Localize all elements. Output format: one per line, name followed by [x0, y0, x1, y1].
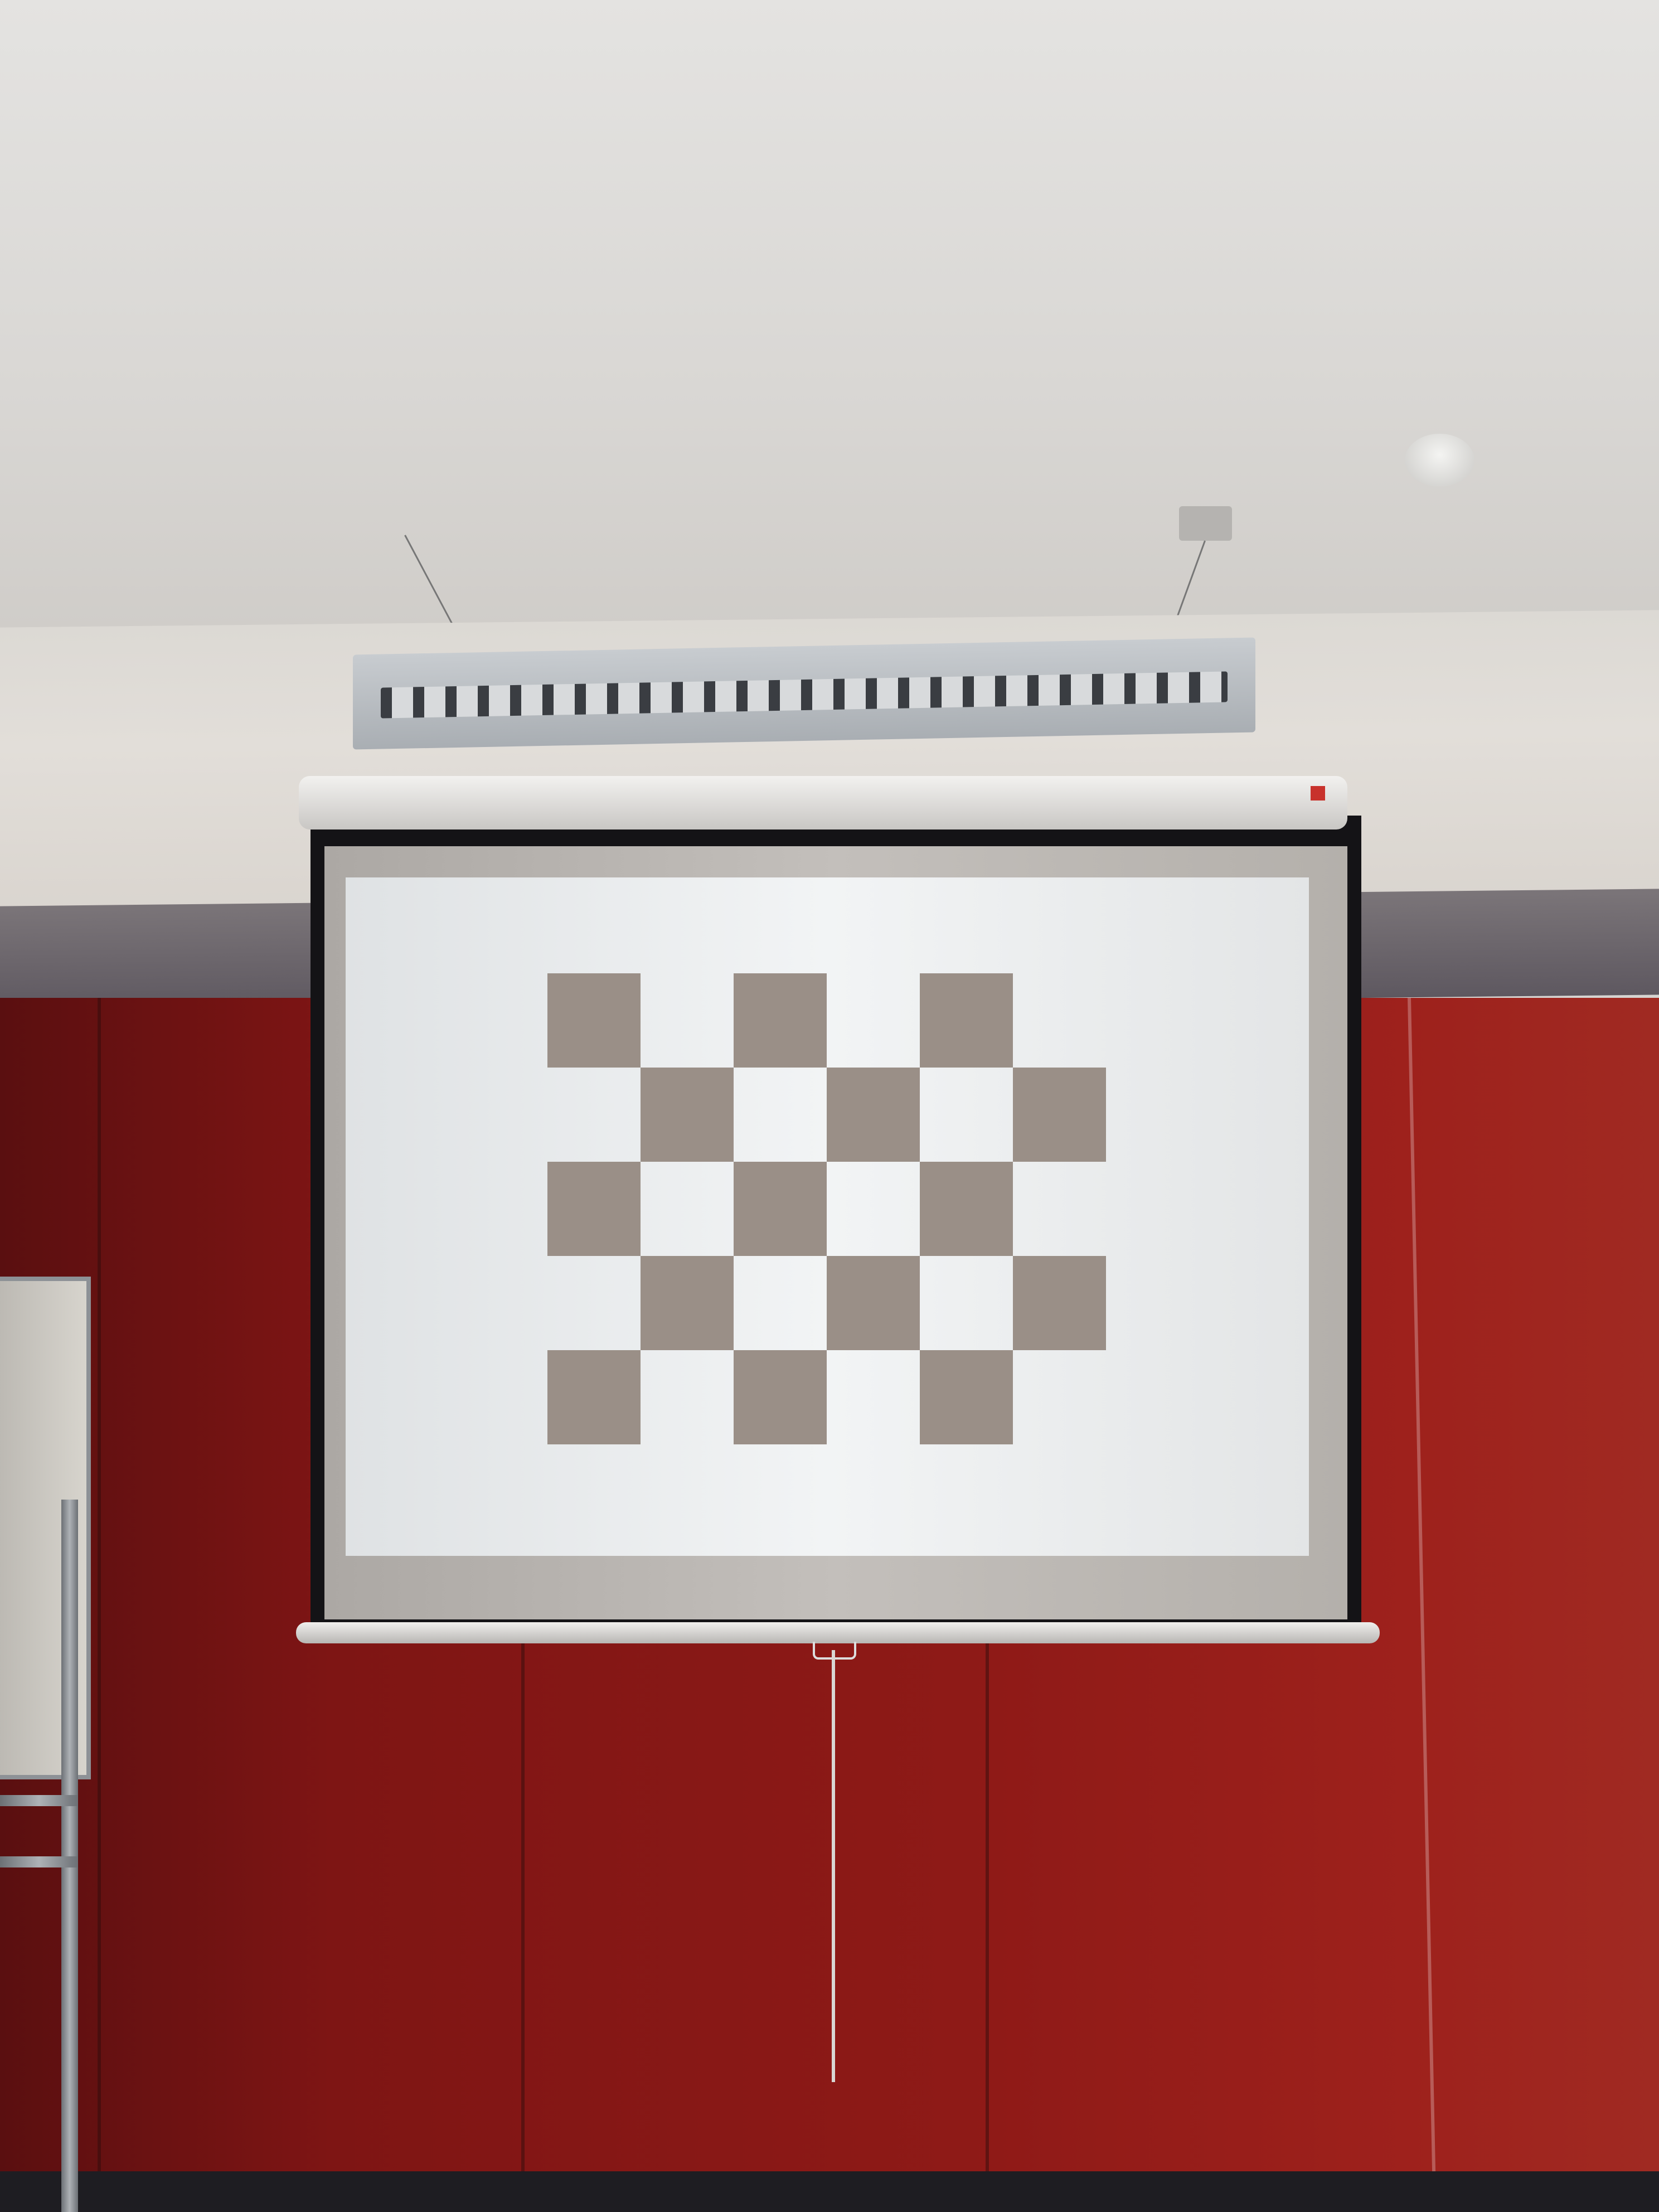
checker-square	[547, 973, 641, 1068]
panel-seam	[98, 998, 101, 2174]
projected-image	[346, 877, 1309, 1556]
checker-square	[827, 1256, 920, 1350]
screen-bottom-bar	[296, 1622, 1380, 1643]
checker-square	[920, 1350, 1013, 1444]
smoke-detector	[1405, 434, 1474, 487]
checker-square	[827, 1068, 920, 1162]
checker-square	[734, 1162, 827, 1256]
stand-crossbar	[0, 1795, 78, 1806]
ceiling-junction-box	[1179, 506, 1232, 541]
checker-square	[920, 973, 1013, 1068]
checker-square	[547, 1350, 641, 1444]
ceiling-light-fixture	[353, 637, 1255, 750]
checker-square	[734, 1350, 827, 1444]
whiteboard-stand-pole	[61, 1500, 78, 2212]
floor-edge	[0, 2171, 1659, 2212]
screen-housing	[299, 776, 1347, 830]
checker-square	[734, 973, 827, 1068]
checker-square	[547, 1162, 641, 1256]
panel-seam	[1408, 997, 1436, 2174]
checker-square	[920, 1162, 1013, 1256]
checker-square	[641, 1256, 734, 1350]
checker-square	[1013, 1068, 1106, 1162]
stand-crossbar	[0, 1856, 78, 1867]
light-grille	[381, 671, 1228, 719]
pull-cord	[832, 1650, 835, 2082]
checker-square	[1013, 1256, 1106, 1350]
brand-logo-icon	[1311, 786, 1325, 801]
ceiling	[0, 0, 1659, 649]
checker-square	[641, 1068, 734, 1162]
